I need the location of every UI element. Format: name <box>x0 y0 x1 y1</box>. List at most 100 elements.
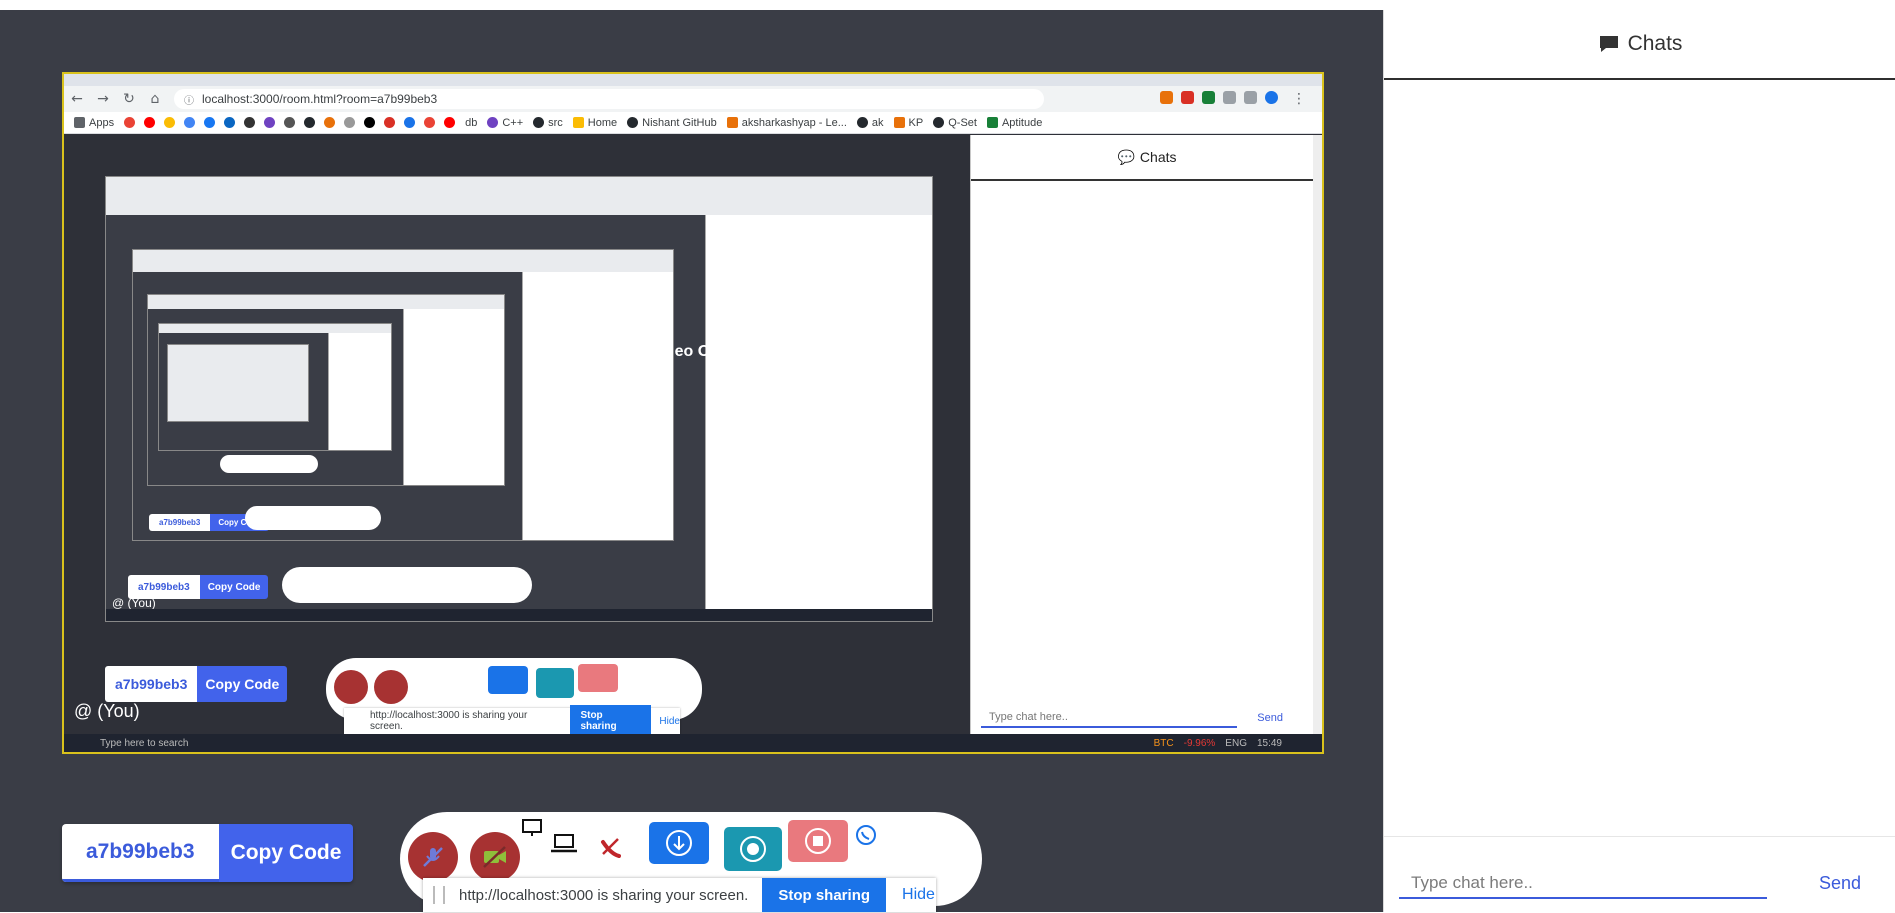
reload-icon: ↻ <box>123 91 135 107</box>
puzzle-icon <box>1223 91 1236 104</box>
nested-browser-bar <box>106 177 932 215</box>
shared-room-code: a7b99beb3 Copy Code <box>105 666 288 702</box>
extension-icons: ⋮ <box>1160 91 1322 107</box>
end-call-button[interactable] <box>598 834 624 860</box>
inner-chat-header: 💬 Chats <box>971 135 1322 181</box>
extension-icon <box>1202 91 1215 104</box>
opera-icon <box>1181 91 1194 104</box>
inner-send-label: Send <box>1257 712 1283 724</box>
shared-you-label: @ (You) <box>74 701 140 721</box>
shared-mute-icon <box>334 670 368 704</box>
nested-chat-panel-4 <box>403 309 504 485</box>
monitor-icon <box>522 819 542 836</box>
shared-share-bar: http://localhost:3000 is sharing your sc… <box>344 705 680 737</box>
bookmark-aptitude: Aptitude <box>986 117 1042 129</box>
nested-browser-bar-5 <box>159 324 391 333</box>
bookmark-ak: ak <box>856 117 884 129</box>
inner-chat-input: Type chat here.. <box>981 708 1237 728</box>
inner-video-stage: Video Off a7b99beb3 Copy Code a7b99beb3 … <box>64 135 970 752</box>
inner-chat-panel: 💬 Chats Type chat here.. Send <box>970 135 1322 752</box>
hangup-icon <box>601 838 621 858</box>
shared-download-icon <box>488 666 528 694</box>
shared-page-content: Video Off a7b99beb3 Copy Code a7b99beb3 … <box>64 135 1322 752</box>
bookmark-apps: Apps <box>74 117 114 129</box>
home-icon: ⌂ <box>150 91 160 107</box>
shared-stop-icon <box>578 664 618 692</box>
nested-screen-level-2: Video Off a7b99beb3 Copy Code a7b99beb3 … <box>105 176 933 622</box>
profile-avatar <box>1265 91 1278 104</box>
chat-footer: Send <box>1384 836 1895 913</box>
mute-mic-button[interactable] <box>408 832 458 882</box>
shared-video-icon <box>374 670 408 704</box>
info-icon: ⓘ <box>184 95 194 107</box>
nested-taskbar-2 <box>106 609 932 621</box>
bookmark-kp: KP <box>893 117 923 129</box>
nested-browser-bar-3 <box>133 250 673 272</box>
nested-chat-panel-3 <box>522 272 673 540</box>
video-off-icon <box>483 846 506 868</box>
inner-chat-scrollbar <box>1313 135 1322 752</box>
back-icon: ← <box>71 91 83 107</box>
nested-browser-bar-4 <box>148 295 504 309</box>
nested-chat-panel-5 <box>328 333 391 450</box>
bookmarks-bar: Apps db C++ src Home Nishant GitHub aksh… <box>64 112 1322 134</box>
chat-input[interactable] <box>1399 869 1767 899</box>
bookmark-src: src <box>533 117 563 129</box>
video-off-button[interactable] <box>470 832 520 882</box>
screen-share-button[interactable] <box>521 818 543 838</box>
hide-button[interactable]: Hide <box>902 886 935 904</box>
bookmark-qset: Q-Set <box>933 117 977 129</box>
nested-controls-2 <box>282 567 532 603</box>
copy-code-button[interactable]: Copy Code <box>218 824 354 882</box>
shared-record-icon <box>536 668 574 698</box>
sidebar-icon <box>1244 91 1257 104</box>
download-button[interactable] <box>649 822 709 864</box>
room-code[interactable]: a7b99beb3 <box>62 824 219 882</box>
nested-chat-panel <box>705 215 932 621</box>
chat-header: Chats <box>1384 10 1895 80</box>
browser-tab-strip <box>64 74 1322 86</box>
drag-handle[interactable] <box>433 886 445 904</box>
shared-taskbar-tray: BTC -9.96% ENG 15:49 <box>970 734 1322 752</box>
share-message: http://localhost:3000 is sharing your sc… <box>459 886 749 904</box>
record-button[interactable] <box>724 827 782 871</box>
menu-icon: ⋮ <box>1292 91 1306 107</box>
bookmark-db: db <box>465 116 478 129</box>
forward-icon: → <box>97 91 109 107</box>
nested-screen-level-6 <box>167 344 309 422</box>
send-button[interactable]: Send <box>1819 873 1861 894</box>
browser-toolbar: ← → ↻ ⌂ ⓘ localhost:3000/room.html?room=… <box>64 86 1322 112</box>
inner-chat-icon: 💬 <box>1117 148 1135 165</box>
nested-screen-level-4 <box>147 294 505 486</box>
nested-controls-4 <box>220 455 318 473</box>
download-icon <box>666 830 692 856</box>
bookmark-aksharkashyap: aksharkashyap - Le... <box>726 117 847 129</box>
shared-taskbar: Type here to search <box>64 734 970 752</box>
chat-bubble-icon <box>1599 36 1618 52</box>
metamask-icon <box>1160 91 1173 104</box>
stop-sharing-button[interactable]: Stop sharing <box>762 878 887 912</box>
bookmark-nishant-github: Nishant GitHub <box>627 117 717 129</box>
bookmark-icons <box>124 117 456 128</box>
mic-off-icon <box>423 847 443 867</box>
stop-icon <box>805 828 831 854</box>
nested-screen-level-3: a7b99beb3 Copy Code <box>132 249 674 541</box>
laptop-icon <box>551 834 577 853</box>
shared-screen-view: ← → ↻ ⌂ ⓘ localhost:3000/room.html?room=… <box>62 72 1324 754</box>
chat-messages <box>1384 80 1895 836</box>
nested-screen-level-5 <box>158 323 392 451</box>
whatsapp-button[interactable] <box>854 823 878 847</box>
nested-you-label-2: @ (You) <box>112 596 156 610</box>
address-url: localhost:3000/room.html?room=a7b99beb3 <box>202 92 438 106</box>
share-laptop-button[interactable] <box>550 832 578 854</box>
bookmark-home: Home <box>572 117 617 129</box>
stop-recording-button[interactable] <box>788 820 848 862</box>
whatsapp-icon <box>856 825 876 845</box>
bookmark-cpp: C++ <box>487 117 523 129</box>
nested-controls-3 <box>245 506 381 530</box>
room-code-group: a7b99beb3 Copy Code <box>62 824 354 882</box>
top-strip <box>0 0 1895 10</box>
record-icon <box>740 836 766 862</box>
chat-panel: Chats Send <box>1383 10 1895 912</box>
address-bar: ⓘ localhost:3000/room.html?room=a7b99beb… <box>174 89 1044 109</box>
